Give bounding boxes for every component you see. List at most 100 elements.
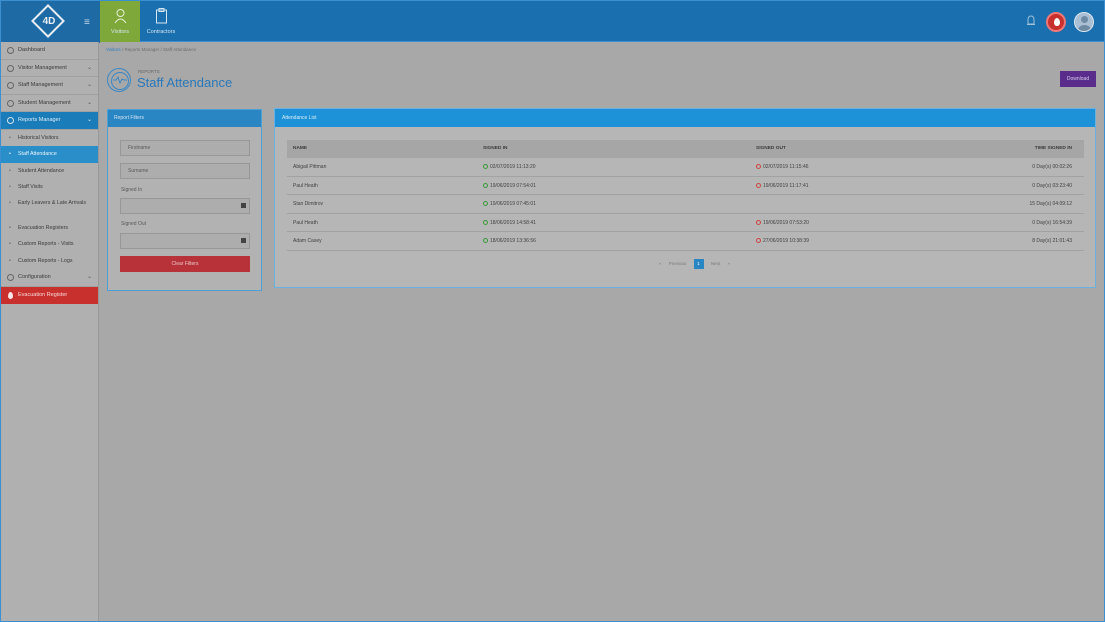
sidebar-item-label: Visitor Management — [18, 64, 67, 71]
table-row[interactable]: Adam Casey 18/06/2019 13:36:56 27/06/201… — [287, 232, 1084, 251]
cell-signed-out: 27/06/2019 10:38:39 — [756, 232, 809, 251]
top-bar: 4D ≡ Visitors Contractors — [0, 0, 1105, 43]
sidebar-item-dashboard[interactable]: Dashboard — [0, 42, 98, 60]
chevron-down-icon: ⌄ — [86, 64, 92, 71]
sidebar-sub-custom-reports-visits[interactable]: Custom Reports - Visits — [0, 236, 98, 253]
pagination-next[interactable]: Next — [711, 261, 720, 266]
sidebar-item-evacuation-register[interactable]: Evacuation Register — [0, 287, 98, 305]
attendance-table: NAME SIGNED IN SIGNED OUT TIME SIGNED IN… — [287, 140, 1084, 251]
sign-out-icon — [756, 238, 761, 244]
pagination-next-arrow[interactable]: » — [727, 261, 730, 266]
sign-in-icon — [483, 238, 488, 244]
pulse-icon — [107, 68, 131, 92]
sign-out-icon — [756, 219, 761, 225]
drop-icon — [8, 292, 13, 300]
sidebar-item-label: Staff Management — [18, 82, 63, 89]
bell-icon[interactable] — [1025, 14, 1037, 28]
cell-name: Paul Heath — [293, 219, 318, 226]
signed-in-value: 18/06/2019 14:58:41 — [490, 219, 536, 226]
sidebar-item-visitor-management[interactable]: Visitor Management ⌄ — [0, 60, 98, 78]
sidebar-item-configuration[interactable]: Configuration ⌄ — [0, 269, 98, 288]
attendance-list-header: Attendance List — [275, 109, 1095, 127]
pagination-page-current[interactable]: 1 — [693, 259, 704, 269]
cell-signed-in: 19/06/2019 07:45:01 — [483, 195, 536, 214]
reports-icon — [7, 117, 14, 125]
sidebar-sub-staff-visits[interactable]: Staff Visits — [0, 179, 98, 196]
column-header-time-signed-in[interactable]: TIME SIGNED IN — [1035, 140, 1072, 158]
signed-in-label: Signed In — [121, 187, 143, 193]
breadcrumb: Visitors / Reports Manager / Staff Atten… — [106, 47, 196, 52]
surname-input[interactable]: Surname — [120, 163, 250, 179]
table-row[interactable]: Stan Dimitrov 19/06/2019 07:45:01 15 Day… — [287, 195, 1084, 214]
person-icon — [114, 9, 126, 24]
table-row[interactable]: Paul Heath 18/06/2019 14:58:41 19/06/201… — [287, 214, 1084, 233]
firstname-input[interactable]: Firstname — [120, 140, 250, 156]
sidebar-sub-evacuation-registers[interactable]: Evacuation Registers — [0, 220, 98, 237]
sidebar-sub-historical-visitors[interactable]: Historical Visitors — [0, 130, 98, 147]
signed-in-date-input[interactable] — [120, 198, 250, 214]
nav-contractors-label: Contractors — [146, 29, 176, 35]
column-header-name[interactable]: NAME — [293, 140, 307, 158]
sidebar-item-label: Configuration — [18, 274, 51, 281]
table-row[interactable]: Abigail Pittman 02/07/2019 11:13:20 02/0… — [287, 158, 1084, 177]
nav-contractors[interactable]: Contractors — [141, 1, 181, 42]
cell-name: Paul Heath — [293, 182, 318, 189]
sign-in-icon — [483, 164, 488, 169]
download-button[interactable]: Download — [1060, 71, 1096, 87]
report-filters-header: Report Filters — [108, 110, 261, 127]
clipboard-icon — [155, 8, 167, 24]
pagination-prev-arrow[interactable]: « — [659, 261, 662, 266]
table-header-row: NAME SIGNED IN SIGNED OUT TIME SIGNED IN — [287, 140, 1084, 158]
chevron-down-icon: ⌄ — [86, 274, 92, 281]
sidebar-item-reports-manager[interactable]: Reports Manager ⌄ — [0, 112, 98, 130]
calendar-icon[interactable] — [241, 203, 246, 208]
sidebar-sub-student-attendance[interactable]: Student Attendance — [0, 163, 98, 180]
signed-out-value: 19/06/2019 07:53:20 — [763, 219, 809, 226]
evacuation-alert-button[interactable] — [1046, 12, 1066, 32]
sign-out-icon — [756, 182, 761, 188]
signed-out-value: 19/06/2019 11:17:41 — [763, 182, 809, 189]
calendar-icon[interactable] — [241, 238, 246, 243]
window-frame — [0, 0, 1105, 622]
menu-toggle-icon[interactable]: ≡ — [84, 17, 90, 28]
breadcrumb-visitors[interactable]: Visitors — [106, 47, 121, 52]
sign-in-icon — [483, 182, 488, 188]
cell-name: Abigail Pittman — [293, 164, 327, 170]
gear-icon — [7, 274, 14, 282]
nav-visitors[interactable]: Visitors — [100, 1, 140, 42]
cell-signed-in: 19/06/2019 07:54:01 — [483, 177, 536, 196]
cell-signed-in: 18/06/2019 14:58:41 — [483, 214, 536, 233]
student-icon — [7, 99, 14, 107]
chevron-down-icon: ⌄ — [86, 99, 92, 106]
sidebar-item-staff-management[interactable]: Staff Management ⌄ — [0, 77, 98, 95]
breadcrumb-reports-manager[interactable]: Reports Manager — [124, 47, 159, 52]
cell-signed-in: 18/06/2019 13:36:56 — [483, 232, 536, 251]
table-row[interactable]: Paul Heath 19/06/2019 07:54:01 19/06/201… — [287, 177, 1084, 196]
signed-in-value: 02/07/2019 11:13:20 — [490, 164, 536, 170]
sign-in-icon — [483, 201, 488, 207]
signed-in-value: 19/06/2019 07:54:01 — [490, 182, 536, 189]
sidebar-item-student-management[interactable]: Student Management ⌄ — [0, 95, 98, 113]
sidebar-sub-custom-reports-logs[interactable]: Custom Reports - Logs — [0, 253, 98, 270]
page-section-label: REPORTS — [138, 69, 160, 74]
sidebar-item-label: Dashboard — [18, 47, 45, 53]
clear-filters-button[interactable]: Clear Filters — [120, 256, 250, 272]
sidebar-sub-staff-attendance[interactable]: Staff Attendance — [0, 146, 98, 163]
sign-out-icon — [756, 164, 761, 169]
cell-signed-out: 02/07/2019 11:15:46 — [756, 158, 809, 177]
cell-time-signed-in: 0 Day(s) 00:02:26 — [1032, 164, 1072, 170]
pagination-previous[interactable]: Previous — [669, 261, 687, 266]
page-title: Staff Attendance — [137, 75, 233, 90]
avatar[interactable] — [1074, 12, 1094, 32]
sidebar-item-label: Evacuation Register — [18, 292, 68, 299]
cell-signed-out: 19/06/2019 07:53:20 — [756, 214, 809, 233]
nav-visitors-label: Visitors — [111, 29, 129, 35]
column-header-signed-out[interactable]: SIGNED OUT — [756, 140, 786, 158]
cell-time-signed-in: 15 Day(s) 04:09:12 — [1029, 201, 1072, 208]
report-filters-panel: Report Filters Firstname Surname Signed … — [107, 109, 262, 291]
column-header-signed-in[interactable]: SIGNED IN — [483, 140, 508, 158]
pagination: « Previous 1 Next » — [656, 259, 733, 269]
sidebar-sub-early-leavers[interactable]: Early Leavers & Late Arrivals — [0, 196, 98, 220]
signed-out-date-input[interactable] — [120, 233, 250, 249]
logo-text: 4D — [42, 16, 56, 27]
